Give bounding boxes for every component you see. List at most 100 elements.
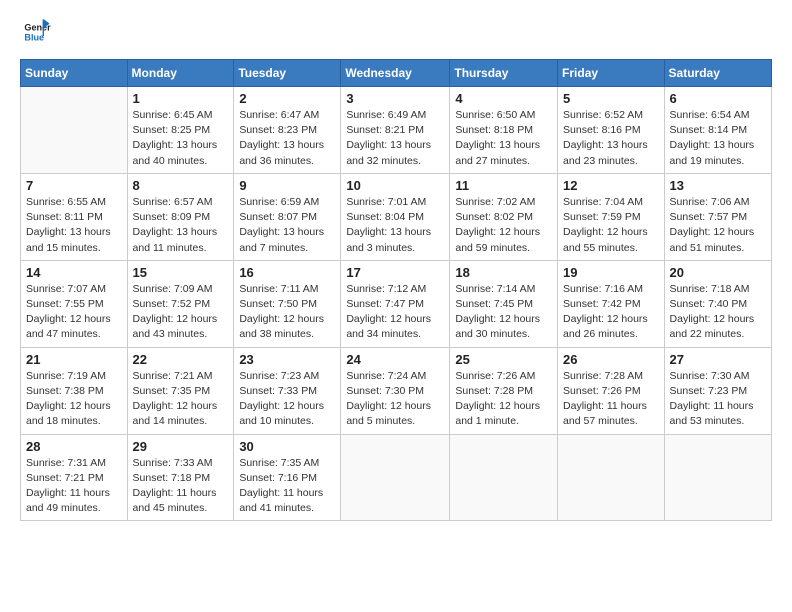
- day-info: Sunrise: 7:35 AMSunset: 7:16 PMDaylight:…: [239, 456, 335, 517]
- day-number: 27: [670, 352, 766, 367]
- day-number: 30: [239, 439, 335, 454]
- calendar-cell: [664, 434, 771, 521]
- days-of-week-row: SundayMondayTuesdayWednesdayThursdayFrid…: [21, 60, 772, 87]
- svg-text:Blue: Blue: [24, 32, 44, 42]
- day-number: 5: [563, 91, 659, 106]
- day-info: Sunrise: 7:04 AMSunset: 7:59 PMDaylight:…: [563, 195, 659, 256]
- calendar-cell: 5 Sunrise: 6:52 AMSunset: 8:16 PMDaylight…: [558, 87, 665, 174]
- day-number: 8: [133, 178, 229, 193]
- calendar-cell: [558, 434, 665, 521]
- calendar-cell: 28 Sunrise: 7:31 AMSunset: 7:21 PMDayligh…: [21, 434, 128, 521]
- day-info: Sunrise: 7:30 AMSunset: 7:23 PMDaylight:…: [670, 369, 766, 430]
- day-info: Sunrise: 7:31 AMSunset: 7:21 PMDaylight:…: [26, 456, 122, 517]
- logo-icon: General Blue: [23, 18, 51, 46]
- calendar-cell: [21, 87, 128, 174]
- day-number: 14: [26, 265, 122, 280]
- calendar-table: SundayMondayTuesdayWednesdayThursdayFrid…: [20, 59, 772, 521]
- day-info: Sunrise: 6:47 AMSunset: 8:23 PMDaylight:…: [239, 108, 335, 169]
- dow-header-monday: Monday: [127, 60, 234, 87]
- day-number: 2: [239, 91, 335, 106]
- day-number: 25: [455, 352, 552, 367]
- day-number: 19: [563, 265, 659, 280]
- header: General Blue: [20, 18, 772, 51]
- dow-header-tuesday: Tuesday: [234, 60, 341, 87]
- calendar-cell: 24 Sunrise: 7:24 AMSunset: 7:30 PMDayligh…: [341, 347, 450, 434]
- day-info: Sunrise: 7:24 AMSunset: 7:30 PMDaylight:…: [346, 369, 444, 430]
- day-number: 4: [455, 91, 552, 106]
- day-number: 11: [455, 178, 552, 193]
- day-info: Sunrise: 7:14 AMSunset: 7:45 PMDaylight:…: [455, 282, 552, 343]
- calendar-cell: 26 Sunrise: 7:28 AMSunset: 7:26 PMDayligh…: [558, 347, 665, 434]
- day-number: 28: [26, 439, 122, 454]
- dow-header-thursday: Thursday: [450, 60, 558, 87]
- day-info: Sunrise: 6:59 AMSunset: 8:07 PMDaylight:…: [239, 195, 335, 256]
- day-number: 7: [26, 178, 122, 193]
- calendar-cell: 23Sunrise: 7:23 AMSunset: 7:33 PMDayligh…: [234, 347, 341, 434]
- dow-header-sunday: Sunday: [21, 60, 128, 87]
- day-info: Sunrise: 7:01 AMSunset: 8:04 PMDaylight:…: [346, 195, 444, 256]
- calendar-cell: 7 Sunrise: 6:55 AMSunset: 8:11 PMDaylight…: [21, 173, 128, 260]
- calendar-cell: 10 Sunrise: 7:01 AMSunset: 8:04 PMDayligh…: [341, 173, 450, 260]
- calendar-cell: 21 Sunrise: 7:19 AMSunset: 7:38 PMDayligh…: [21, 347, 128, 434]
- day-info: Sunrise: 6:52 AMSunset: 8:16 PMDaylight:…: [563, 108, 659, 169]
- calendar-cell: 27 Sunrise: 7:30 AMSunset: 7:23 PMDayligh…: [664, 347, 771, 434]
- calendar-cell: 17 Sunrise: 7:12 AMSunset: 7:47 PMDayligh…: [341, 260, 450, 347]
- calendar-cell: 9 Sunrise: 6:59 AMSunset: 8:07 PMDaylight…: [234, 173, 341, 260]
- calendar-cell: 2 Sunrise: 6:47 AMSunset: 8:23 PMDaylight…: [234, 87, 341, 174]
- calendar-cell: 29Sunrise: 7:33 AMSunset: 7:18 PMDayligh…: [127, 434, 234, 521]
- day-info: Sunrise: 7:11 AMSunset: 7:50 PMDaylight:…: [239, 282, 335, 343]
- calendar-cell: 16 Sunrise: 7:11 AMSunset: 7:50 PMDayligh…: [234, 260, 341, 347]
- day-info: Sunrise: 6:55 AMSunset: 8:11 PMDaylight:…: [26, 195, 122, 256]
- day-info: Sunrise: 7:16 AMSunset: 7:42 PMDaylight:…: [563, 282, 659, 343]
- week-row-2: 14 Sunrise: 7:07 AMSunset: 7:55 PMDayligh…: [21, 260, 772, 347]
- calendar-cell: 4 Sunrise: 6:50 AMSunset: 8:18 PMDaylight…: [450, 87, 558, 174]
- day-info: Sunrise: 6:45 AMSunset: 8:25 PMDaylight:…: [133, 108, 229, 169]
- day-number: 13: [670, 178, 766, 193]
- day-number: 12: [563, 178, 659, 193]
- day-number: 29: [133, 439, 229, 454]
- day-info: Sunrise: 7:02 AMSunset: 8:02 PMDaylight:…: [455, 195, 552, 256]
- calendar-cell: [450, 434, 558, 521]
- day-number: 26: [563, 352, 659, 367]
- day-info: Sunrise: 7:21 AMSunset: 7:35 PMDaylight:…: [133, 369, 229, 430]
- day-info: Sunrise: 6:57 AMSunset: 8:09 PMDaylight:…: [133, 195, 229, 256]
- calendar-cell: 20Sunrise: 7:18 AMSunset: 7:40 PMDayligh…: [664, 260, 771, 347]
- day-number: 3: [346, 91, 444, 106]
- calendar-cell: 1 Sunrise: 6:45 AMSunset: 8:25 PMDaylight…: [127, 87, 234, 174]
- calendar-cell: 14 Sunrise: 7:07 AMSunset: 7:55 PMDayligh…: [21, 260, 128, 347]
- day-info: Sunrise: 6:49 AMSunset: 8:21 PMDaylight:…: [346, 108, 444, 169]
- day-number: 1: [133, 91, 229, 106]
- week-row-0: 1 Sunrise: 6:45 AMSunset: 8:25 PMDaylight…: [21, 87, 772, 174]
- dow-header-wednesday: Wednesday: [341, 60, 450, 87]
- calendar-body: 1 Sunrise: 6:45 AMSunset: 8:25 PMDaylight…: [21, 87, 772, 521]
- calendar-cell: 19 Sunrise: 7:16 AMSunset: 7:42 PMDayligh…: [558, 260, 665, 347]
- calendar-cell: [341, 434, 450, 521]
- day-number: 17: [346, 265, 444, 280]
- calendar-cell: 15 Sunrise: 7:09 AMSunset: 7:52 PMDayligh…: [127, 260, 234, 347]
- calendar-cell: 12 Sunrise: 7:04 AMSunset: 7:59 PMDayligh…: [558, 173, 665, 260]
- calendar-cell: 3 Sunrise: 6:49 AMSunset: 8:21 PMDaylight…: [341, 87, 450, 174]
- day-number: 24: [346, 352, 444, 367]
- day-number: 22: [133, 352, 229, 367]
- day-number: 6: [670, 91, 766, 106]
- day-number: 16: [239, 265, 335, 280]
- day-number: 10: [346, 178, 444, 193]
- day-info: Sunrise: 6:50 AMSunset: 8:18 PMDaylight:…: [455, 108, 552, 169]
- day-number: 21: [26, 352, 122, 367]
- dow-header-friday: Friday: [558, 60, 665, 87]
- day-info: Sunrise: 7:09 AMSunset: 7:52 PMDaylight:…: [133, 282, 229, 343]
- day-info: Sunrise: 7:07 AMSunset: 7:55 PMDaylight:…: [26, 282, 122, 343]
- day-number: 18: [455, 265, 552, 280]
- day-number: 15: [133, 265, 229, 280]
- day-number: 20: [670, 265, 766, 280]
- calendar-cell: 6Sunrise: 6:54 AMSunset: 8:14 PMDaylight…: [664, 87, 771, 174]
- week-row-4: 28 Sunrise: 7:31 AMSunset: 7:21 PMDayligh…: [21, 434, 772, 521]
- day-info: Sunrise: 7:06 AMSunset: 7:57 PMDaylight:…: [670, 195, 766, 256]
- day-number: 23: [239, 352, 335, 367]
- dow-header-saturday: Saturday: [664, 60, 771, 87]
- day-number: 9: [239, 178, 335, 193]
- day-info: Sunrise: 7:12 AMSunset: 7:47 PMDaylight:…: [346, 282, 444, 343]
- day-info: Sunrise: 7:19 AMSunset: 7:38 PMDaylight:…: [26, 369, 122, 430]
- page: General Blue SundayMondayTuesdayWednesda…: [0, 0, 792, 539]
- day-info: Sunrise: 7:28 AMSunset: 7:26 PMDaylight:…: [563, 369, 659, 430]
